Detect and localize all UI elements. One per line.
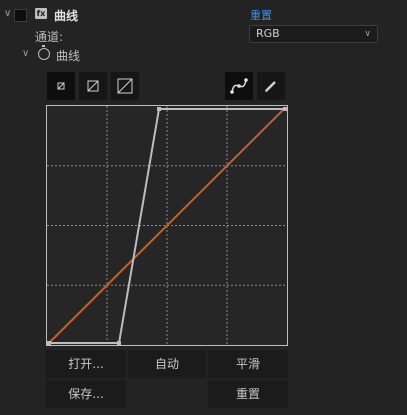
save-button[interactable]: 保存... [46, 380, 126, 408]
pencil-tool-button[interactable] [257, 72, 285, 100]
curve-point[interactable] [47, 341, 51, 345]
grid-small-icon [57, 82, 65, 90]
effect-title: 曲线 [54, 9, 79, 23]
curve-collapse-chevron-icon[interactable]: ∨ [22, 48, 29, 59]
channel-label: 通道: [35, 30, 64, 44]
reset-link[interactable]: 重置 [250, 7, 272, 23]
grid-small-button[interactable] [47, 72, 75, 100]
curve-point[interactable] [117, 341, 121, 345]
curve-label: 曲线 [56, 49, 81, 63]
curve-point[interactable] [157, 107, 161, 111]
reset-button[interactable]: 重置 [208, 380, 288, 408]
channel-select[interactable]: RGB ∨ [249, 25, 378, 43]
curve-point[interactable] [283, 107, 287, 111]
channel-select-value: RGB [256, 27, 280, 40]
grid-medium-button[interactable] [79, 72, 107, 100]
fx-badge-icon: fx [35, 8, 47, 19]
bezier-icon [230, 78, 248, 94]
curve-graph-svg[interactable] [47, 106, 287, 345]
grid-large-button[interactable] [111, 72, 139, 100]
collapse-chevron-icon[interactable]: ∨ [4, 8, 11, 19]
open-button[interactable]: 打开... [46, 350, 126, 378]
grid-medium-icon [87, 80, 99, 92]
auto-button[interactable]: 自动 [128, 350, 206, 378]
pencil-icon [265, 81, 276, 92]
grid-large-icon [117, 78, 133, 94]
curve-graph[interactable] [46, 105, 288, 346]
chevron-down-icon: ∨ [364, 29, 371, 39]
fx-toggle-checkbox[interactable] [14, 9, 27, 22]
bezier-tool-button[interactable] [225, 72, 253, 100]
smooth-button[interactable]: 平滑 [208, 350, 288, 378]
stopwatch-icon[interactable] [38, 45, 50, 60]
